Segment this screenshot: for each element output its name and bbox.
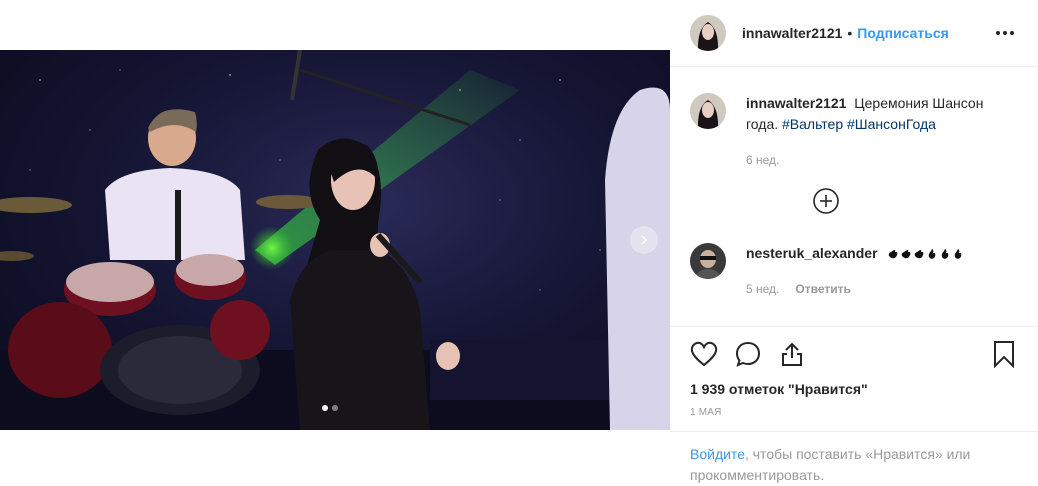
author-avatar[interactable] [690,15,726,51]
caption: innawalter2121 Церемония Шансон года. #В… [690,93,1018,167]
clap-emoji-icon [929,249,936,260]
clap-emoji-icon [889,250,898,259]
clap-emoji-icon [955,249,962,260]
post-sidebar: innawalter2121 • Подписаться innawalter2… [670,0,1038,486]
clap-emoji-icon [915,250,924,259]
caption-author[interactable]: innawalter2121 [746,95,846,111]
post-photo[interactable] [0,50,670,430]
post-header: innawalter2121 • Подписаться [670,0,1038,67]
caption-meta: 6 нед. [746,153,1018,167]
hashtag-link[interactable]: #ШансонГода [847,116,936,132]
caption-author-avatar[interactable] [690,93,726,129]
bookmark-icon [994,341,1014,368]
comments-section: innawalter2121 Церемония Шансон года. #В… [670,67,1038,325]
action-icons [690,337,1018,371]
carousel-dot-active [322,405,328,411]
avatar-photo [690,93,726,129]
carousel-indicator [322,405,338,411]
comment-author[interactable]: nesteruk_alexander [746,245,878,261]
avatar-photo [690,243,726,279]
like-button[interactable] [690,340,718,368]
load-more-comments-button[interactable] [634,187,1018,215]
more-options-icon [996,31,1000,35]
share-icon [782,342,802,366]
load-more-plus-icon [813,188,839,214]
reply-button[interactable]: Ответить [795,282,850,296]
header-separator: • [847,25,853,41]
post-date[interactable]: 1 мая [690,407,1018,418]
author-username[interactable]: innawalter2121 [742,25,842,41]
carousel-next-button[interactable] [630,226,658,254]
post-actions: 1 939 отметок "Нравится" 1 мая [670,326,1038,418]
clap-emoji-icon [942,249,949,260]
comment-emojis [887,248,964,260]
comment-item: nesteruk_alexander 5 нед. Ответить [690,243,1018,296]
login-link[interactable]: Войдите [690,446,745,462]
share-button[interactable] [778,340,806,368]
more-options-button[interactable] [992,27,1018,39]
avatar-photo [690,15,726,51]
comment-text-block: nesteruk_alexander [746,243,964,264]
carousel-dot [332,405,338,411]
comment-age[interactable]: 5 нед. [746,282,779,296]
comment-meta: 5 нед. Ответить [746,282,964,296]
concert-photo [0,50,670,430]
caption-age[interactable]: 6 нед. [746,153,779,167]
likes-count[interactable]: 1 939 отметок "Нравится" [690,381,1018,397]
save-button[interactable] [990,340,1018,368]
heart-icon [690,341,718,367]
hashtag-link[interactable]: #Вальтер [782,116,843,132]
more-options-dot [1010,31,1014,35]
comment-button[interactable] [734,340,762,368]
more-options-dot [1003,31,1007,35]
comment-icon [735,341,761,367]
clap-emoji-icon [902,250,911,259]
commenter-avatar[interactable] [690,243,726,279]
caption-text-block: innawalter2121 Церемония Шансон года. #В… [746,93,1018,135]
carousel-next-icon [641,235,648,245]
login-prompt: Войдите, чтобы поставить «Нравится» или … [670,431,1038,486]
follow-button[interactable]: Подписаться [857,25,949,41]
